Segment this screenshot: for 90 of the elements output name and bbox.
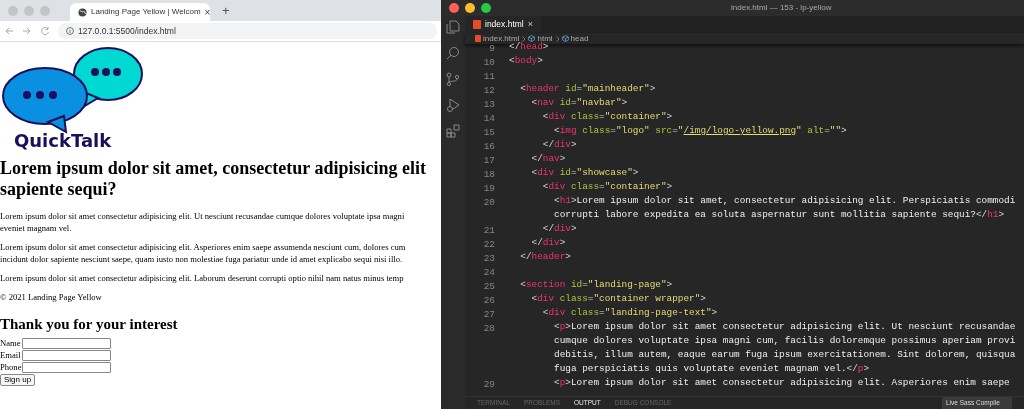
line-number: 25 bbox=[483, 281, 495, 292]
editor-tab[interactable]: index.html × bbox=[465, 16, 541, 33]
footer-text: © 2021 Landing Page Yellow bbox=[0, 291, 103, 303]
tab-close-button[interactable]: × bbox=[204, 4, 211, 20]
field-label: Phone bbox=[0, 360, 22, 374]
window-close-control[interactable] bbox=[449, 3, 459, 13]
line-number: 10 bbox=[483, 57, 495, 68]
paragraph-text: eveniet magnam vel. bbox=[0, 222, 73, 234]
input-field[interactable] bbox=[22, 361, 112, 373]
code-line: </header> bbox=[519, 249, 571, 264]
address-bar[interactable]: 127.0.0.1:5500/index.html bbox=[58, 23, 437, 39]
code-line: <div class="landing-page-text"> bbox=[541, 305, 718, 320]
line-number: 20 bbox=[483, 197, 495, 208]
url-text: 127.0.0.1:5500/index.html bbox=[78, 24, 176, 38]
forward-arrow-icon[interactable] bbox=[22, 26, 32, 36]
field-label: Name bbox=[0, 336, 21, 350]
line-number: 29 bbox=[483, 379, 495, 390]
speech-bubbles-logo-icon bbox=[0, 44, 145, 134]
code-line: <div class="container"> bbox=[541, 179, 673, 194]
line-number: 9 bbox=[489, 43, 495, 54]
code-line: corrupti labore expedita ea soluta aspernatur sunt mollitia sapiente sequi?</h1> bbox=[553, 207, 1005, 222]
code-line: <div class="container"> bbox=[541, 109, 673, 124]
line-number: 28 bbox=[483, 323, 495, 334]
breadcrumb-item[interactable]: head bbox=[570, 32, 589, 45]
line-number: 12 bbox=[483, 85, 495, 96]
code-line: <div class="container wrapper"> bbox=[530, 291, 706, 306]
globe-icon bbox=[78, 7, 87, 17]
files-icon[interactable] bbox=[446, 20, 460, 34]
input-field[interactable] bbox=[21, 349, 111, 361]
code-line: <p>Lorem ipsum dolor sit amet consectetur adipisicing elit. Ut nesciunt recusandae bbox=[553, 319, 1016, 334]
reload-icon[interactable] bbox=[40, 26, 50, 36]
line-number: 11 bbox=[483, 71, 495, 82]
code-line: debitis, illum autem, eaque earum fuga ipsum exercitationem. Sint dolorem, quisqua bbox=[553, 347, 1016, 362]
paragraph-text: incidunt dolor sapiente nesciunt saepe, quam iusto non molestiae fuga pariatur unde id amet explicabo sequi nisi illo. bbox=[0, 253, 404, 265]
form-heading: Thank you for your interest bbox=[0, 315, 179, 333]
play-bug-icon[interactable] bbox=[446, 98, 460, 112]
paragraph-text: Lorem ipsum dolor sit amet consectetur adipisicing elit. Ut nesciunt recusandae cumque dolores voluptate ipsa magni bbox=[0, 210, 406, 222]
code-line: <img class="logo" src="/img/logo-yellow.png" alt=""> bbox=[553, 123, 847, 138]
code-line: </div> bbox=[541, 137, 577, 152]
line-number: 19 bbox=[483, 183, 495, 194]
tab-close-button[interactable]: × bbox=[527, 17, 533, 32]
tab-label: index.html bbox=[485, 18, 524, 31]
line-number: 16 bbox=[483, 141, 495, 152]
code-line: <section id="landing-page"> bbox=[519, 277, 673, 292]
paragraph-text: Lorem ipsum dolor sit amet consectetur adipisicing elit. Asperiores enim saepe assumenda nesciunt cum, dolores cum bbox=[0, 241, 407, 253]
field-label: Email bbox=[0, 348, 21, 362]
line-number: 18 bbox=[483, 169, 495, 180]
new-tab-button[interactable]: + bbox=[222, 0, 230, 21]
search-icon[interactable] bbox=[446, 46, 460, 60]
line-number: 21 bbox=[483, 225, 495, 236]
line-number: 26 bbox=[483, 295, 495, 306]
line-number: 14 bbox=[483, 113, 495, 124]
window-maximize-control[interactable] bbox=[481, 3, 491, 13]
tab-title: Landing Page Yellow | Welcom bbox=[91, 6, 201, 18]
code-line: <nav id="navbar"> bbox=[530, 95, 628, 110]
code-line: <header id="mainheader"> bbox=[519, 81, 656, 96]
sign-up-button[interactable]: Sign up bbox=[0, 374, 36, 386]
page-heading: sapiente sequi? bbox=[0, 179, 118, 200]
chevron-icon bbox=[522, 35, 527, 42]
code-line: </nav> bbox=[530, 151, 566, 166]
code-line: </div> bbox=[530, 235, 566, 250]
window-title: index.html — 153 - lp-yellow bbox=[731, 2, 832, 14]
back-arrow-icon[interactable] bbox=[4, 26, 14, 36]
code-line: </div> bbox=[541, 221, 577, 236]
code-line: <body> bbox=[509, 53, 543, 68]
code-line: <p>Lorem ipsum dolor sit amet consectetur adipisicing elit. Asperiores enim saepe bbox=[553, 375, 1010, 390]
chevron-icon bbox=[555, 35, 560, 42]
info-icon bbox=[66, 27, 74, 35]
branch-icon[interactable] bbox=[446, 72, 460, 86]
input-field[interactable] bbox=[21, 337, 111, 349]
line-number: 27 bbox=[483, 309, 495, 320]
line-number: 22 bbox=[483, 239, 495, 250]
code-line: cumque dolores voluptate ipsa magni cum, facilis doloremque possimus aperiam provi bbox=[553, 333, 1016, 348]
blocks-icon[interactable] bbox=[446, 124, 460, 138]
page-heading: Lorem ipsum dolor sit amet, consectetur adipisicing elit bbox=[0, 158, 427, 179]
line-number: 23 bbox=[483, 253, 495, 264]
code-line: fuga perspiciatis quis voluptate eveniet magnam vel.</p> bbox=[553, 361, 870, 376]
paragraph-text: Lorem ipsum dolor sit amet consectetur adipisicing elit. Laborum deserunt corrupti optio nihil nam natus minus temp bbox=[0, 272, 405, 284]
cube-icon bbox=[528, 35, 536, 42]
line-number: 15 bbox=[483, 127, 495, 138]
cube-icon bbox=[561, 35, 569, 42]
line-number: 13 bbox=[483, 99, 495, 110]
line-number: 24 bbox=[483, 267, 495, 278]
line-number: 17 bbox=[483, 155, 495, 166]
code-line: </head> bbox=[509, 40, 549, 54]
logo-text: QuickTalk bbox=[14, 132, 113, 150]
window-minimize-control[interactable] bbox=[465, 3, 475, 13]
browser-tab[interactable]: Landing Page Yellow | Welcom × bbox=[70, 3, 210, 21]
code-line: <div id="showcase"> bbox=[530, 165, 639, 180]
code-line: <h1>Lorem ipsum dolor sit amet, consectetur adipisicing elit. Perspiciatis commodi bbox=[553, 193, 1016, 208]
